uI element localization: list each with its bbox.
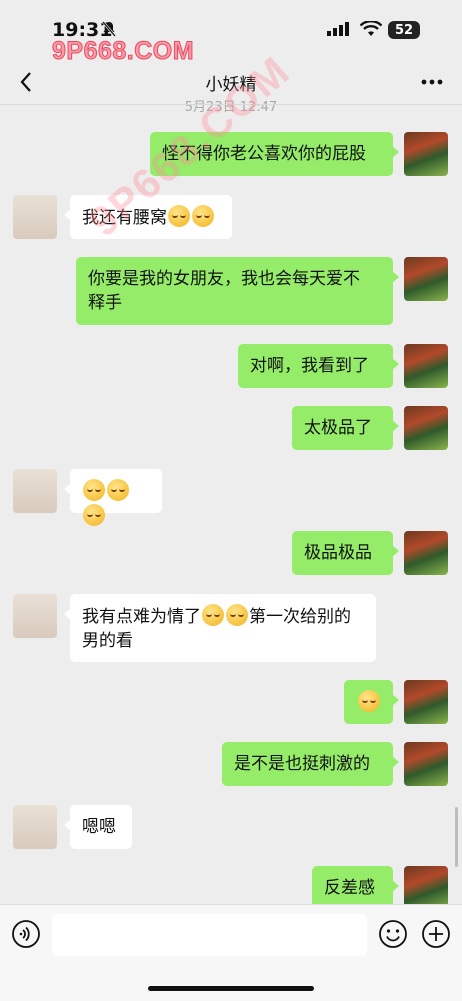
my-avatar[interactable]: [404, 742, 448, 786]
my-avatar[interactable]: [404, 132, 448, 176]
emoji-icon: [226, 604, 248, 626]
contact-avatar[interactable]: [13, 469, 57, 513]
message-bubble-received[interactable]: [64, 469, 162, 526]
my-avatar[interactable]: [404, 531, 448, 575]
message-text: 男的看: [82, 631, 133, 651]
my-avatar[interactable]: [404, 680, 448, 724]
plus-icon[interactable]: [421, 919, 451, 949]
emoji-face-icon[interactable]: [378, 919, 408, 949]
message-text: 我有点难为情了: [82, 607, 201, 627]
emoji-icon: [83, 504, 105, 526]
message-bubble-sent[interactable]: 太极品了: [292, 406, 399, 450]
message-text: 第一次给别的: [249, 607, 351, 627]
bell-muted-icon: [102, 21, 116, 37]
emoji-icon: [83, 479, 105, 501]
home-indicator: [148, 986, 314, 991]
emoji-icon: [192, 205, 214, 227]
signal-icon: [327, 22, 349, 36]
message-bubble-received[interactable]: 嗯嗯: [64, 805, 132, 849]
message-bubble-sent[interactable]: 极品极品: [292, 531, 399, 575]
message-bubble-sent[interactable]: 是不是也挺刺激的: [222, 742, 399, 786]
more-dots-icon[interactable]: [418, 70, 446, 94]
message-bubble-sent[interactable]: [344, 680, 399, 724]
message-bubble-sent[interactable]: 你要是我的女朋友，我也会每天爱不 释手: [76, 257, 399, 325]
my-avatar[interactable]: [404, 344, 448, 388]
contact-avatar[interactable]: [13, 805, 57, 849]
voice-icon[interactable]: [11, 919, 41, 949]
status-bar: 19:31 52 9P668.COM: [0, 0, 462, 66]
message-input[interactable]: [52, 914, 367, 956]
scrollbar[interactable]: [455, 807, 458, 867]
emoji-icon: [202, 604, 224, 626]
wifi-icon: [360, 21, 382, 36]
my-avatar[interactable]: [404, 257, 448, 301]
contact-avatar[interactable]: [13, 195, 57, 239]
contact-avatar[interactable]: [13, 594, 57, 638]
emoji-icon: [168, 205, 190, 227]
message-bubble-received[interactable]: 我有点难为情了 第一次给别的 男的看: [64, 594, 376, 662]
thinking-emoji-icon: [357, 690, 380, 712]
message-bubble-sent[interactable]: 对啊，我看到了: [238, 344, 399, 388]
my-avatar[interactable]: [404, 406, 448, 450]
emoji-icon: [107, 479, 129, 501]
battery-indicator: 52: [388, 21, 420, 39]
